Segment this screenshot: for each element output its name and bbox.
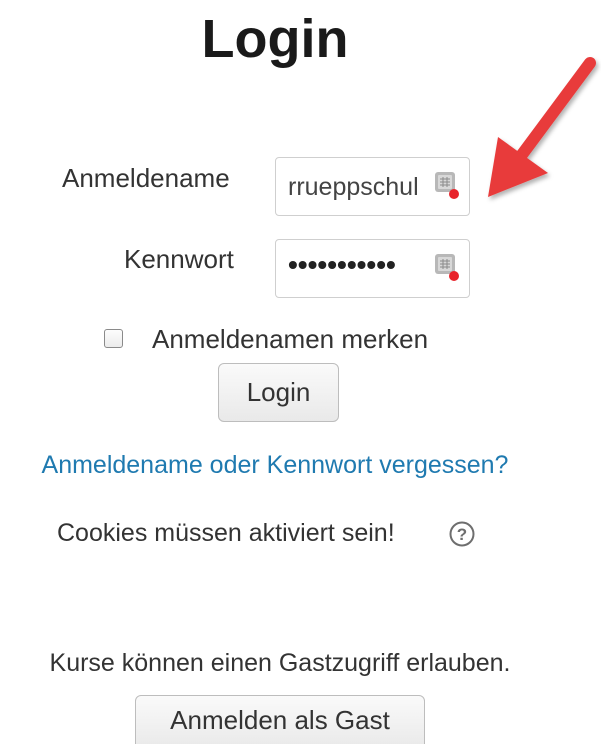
username-field[interactable]: rrueppschul: [275, 157, 470, 216]
guest-login-button[interactable]: Anmelden als Gast: [135, 695, 425, 744]
keepass-icon[interactable]: [434, 252, 460, 282]
page-title: Login: [201, 9, 349, 69]
cookies-notice: Cookies müssen aktiviert sein!: [57, 519, 395, 547]
red-arrow-annotation: [488, 57, 596, 197]
password-field[interactable]: •••••••••••: [275, 239, 470, 298]
help-icon[interactable]: ?: [448, 520, 476, 548]
password-value: •••••••••••: [288, 249, 396, 280]
password-label: Kennwort: [124, 244, 234, 274]
keepass-icon[interactable]: [434, 170, 460, 200]
forgot-credentials-link[interactable]: Anmeldename oder Kennwort vergessen?: [0, 449, 550, 481]
remember-checkbox[interactable]: [104, 329, 123, 348]
username-value: rrueppschul: [288, 173, 419, 201]
svg-text:?: ?: [457, 525, 467, 544]
guest-access-info: Kurse können einen Gastzugriff erlauben.: [49, 649, 511, 677]
remember-label[interactable]: Anmeldenamen merken: [152, 323, 428, 355]
login-button[interactable]: Login: [218, 363, 339, 422]
username-label: Anmeldename: [62, 163, 230, 193]
